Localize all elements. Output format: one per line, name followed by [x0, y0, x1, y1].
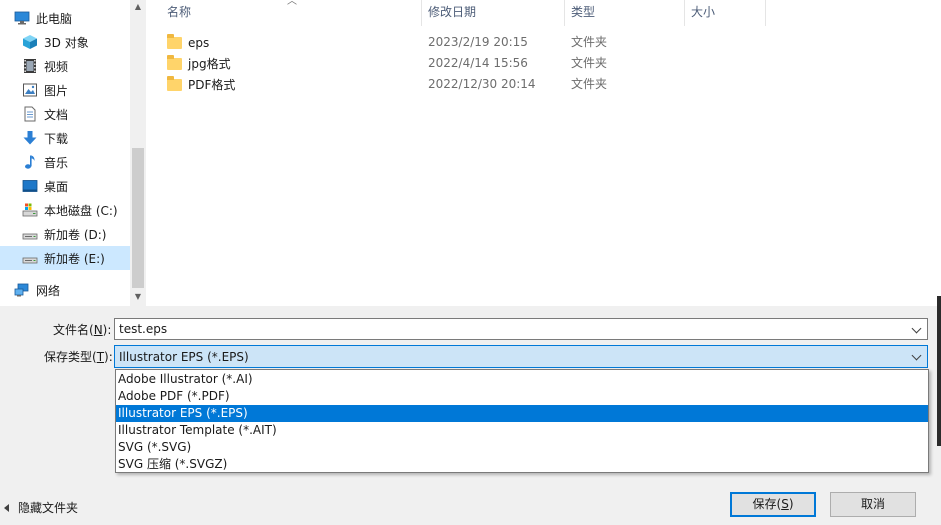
nav-item-downloads[interactable]: 下载 [0, 126, 130, 150]
file-name: PDF格式 [188, 78, 236, 92]
navigation-pane: 此电脑 3D 对象 视频 图片 文档 下载 音乐 桌面 本地磁盘 (C:) 新加… [0, 0, 130, 306]
download-icon [22, 130, 38, 146]
3d-objects-icon [22, 34, 38, 50]
savetype-option[interactable]: SVG 压缩 (*.SVGZ) [116, 456, 928, 473]
hide-folders-toggle[interactable]: 隐藏文件夹 [4, 499, 78, 516]
music-icon [22, 154, 38, 170]
filename-input[interactable]: test.eps [114, 318, 928, 340]
file-type: 文件夹 [571, 35, 608, 49]
folder-icon [167, 75, 182, 91]
system-drive-icon [22, 202, 38, 218]
nav-item-label: 3D 对象 [44, 35, 89, 50]
nav-item-label: 此电脑 [36, 11, 73, 26]
file-list: ︿ 名称 修改日期 类型 大小 eps 2023/2/19 20:15 文件夹 … [147, 0, 941, 306]
nav-item-documents[interactable]: 文档 [0, 102, 130, 126]
chevron-down-icon[interactable] [910, 322, 924, 336]
file-modified: 2023/2/19 20:15 [428, 35, 528, 49]
savetype-dropdown-list: Adobe Illustrator (*.AI) Adobe PDF (*.PD… [115, 369, 929, 473]
file-modified: 2022/4/14 15:56 [428, 56, 528, 70]
nav-item-videos[interactable]: 视频 [0, 54, 130, 78]
scrollbar-thumb[interactable] [132, 148, 144, 288]
save-button[interactable]: 保存(S) [730, 492, 816, 517]
collapse-arrow-icon [4, 503, 9, 512]
nav-item-3d-objects[interactable]: 3D 对象 [0, 30, 130, 54]
cancel-button[interactable]: 取消 [830, 492, 916, 517]
file-name: jpg格式 [188, 57, 231, 71]
nav-item-label: 图片 [44, 83, 69, 98]
nav-item-label: 视频 [44, 59, 69, 74]
savetype-option-selected[interactable]: Illustrator EPS (*.EPS) [116, 405, 928, 422]
nav-item-label: 音乐 [44, 155, 69, 170]
nav-item-label: 新加卷 (D:) [44, 227, 107, 242]
nav-item-pictures[interactable]: 图片 [0, 78, 130, 102]
computer-icon [14, 10, 30, 26]
nav-item-network[interactable]: 网络 [0, 278, 130, 302]
scroll-down-arrow-icon[interactable]: ▼ [130, 290, 146, 304]
nav-item-label: 本地磁盘 (C:) [44, 203, 118, 218]
nav-item-label: 网络 [36, 283, 61, 298]
file-name: eps [188, 35, 210, 50]
savetype-option[interactable]: Illustrator Template (*.AIT) [116, 422, 928, 439]
savetype-option[interactable]: Adobe Illustrator (*.AI) [116, 371, 928, 388]
savetype-option[interactable]: Adobe PDF (*.PDF) [116, 388, 928, 405]
hide-folders-label: 隐藏文件夹 [18, 501, 79, 515]
savetype-select[interactable]: Illustrator EPS (*.EPS) [114, 345, 928, 368]
nav-item-this-pc[interactable]: 此电脑 [0, 6, 130, 30]
scroll-up-arrow-icon[interactable]: ▲ [130, 0, 146, 14]
window-edge [937, 296, 941, 446]
video-icon [22, 58, 38, 74]
column-header-type[interactable]: 类型 [551, 0, 671, 26]
column-header-name[interactable]: 名称 [147, 0, 421, 26]
documents-icon [22, 106, 38, 122]
nav-item-desktop[interactable]: 桌面 [0, 174, 130, 198]
desktop-icon [22, 178, 38, 194]
nav-item-drive-c[interactable]: 本地磁盘 (C:) [0, 198, 130, 222]
nav-item-label: 新加卷 (E:) [44, 251, 105, 266]
pictures-icon [22, 82, 38, 98]
network-icon [14, 282, 30, 298]
nav-item-label: 桌面 [44, 179, 69, 194]
drive-icon [22, 250, 38, 266]
savetype-label: 保存类型(T): [44, 350, 113, 364]
file-type: 文件夹 [571, 56, 608, 70]
folder-icon [167, 33, 182, 49]
nav-item-label: 下载 [44, 131, 69, 146]
savetype-option[interactable]: SVG (*.SVG) [116, 439, 928, 456]
filename-label: 文件名(N): [53, 323, 112, 337]
column-header-modified[interactable]: 修改日期 [408, 0, 551, 26]
column-header-size[interactable]: 大小 [671, 0, 766, 26]
nav-item-drive-e[interactable]: 新加卷 (E:) [0, 246, 130, 270]
nav-item-drive-d[interactable]: 新加卷 (D:) [0, 222, 130, 246]
drive-icon [22, 226, 38, 242]
chevron-down-icon[interactable] [910, 349, 924, 363]
nav-item-label: 文档 [44, 107, 69, 122]
nav-item-music[interactable]: 音乐 [0, 150, 130, 174]
file-type: 文件夹 [571, 77, 608, 91]
savetype-value: Illustrator EPS (*.EPS) [119, 349, 249, 364]
column-divider[interactable] [765, 0, 766, 26]
filename-value: test.eps [119, 322, 168, 336]
file-modified: 2022/12/30 20:14 [428, 77, 536, 91]
folder-icon [167, 54, 182, 70]
